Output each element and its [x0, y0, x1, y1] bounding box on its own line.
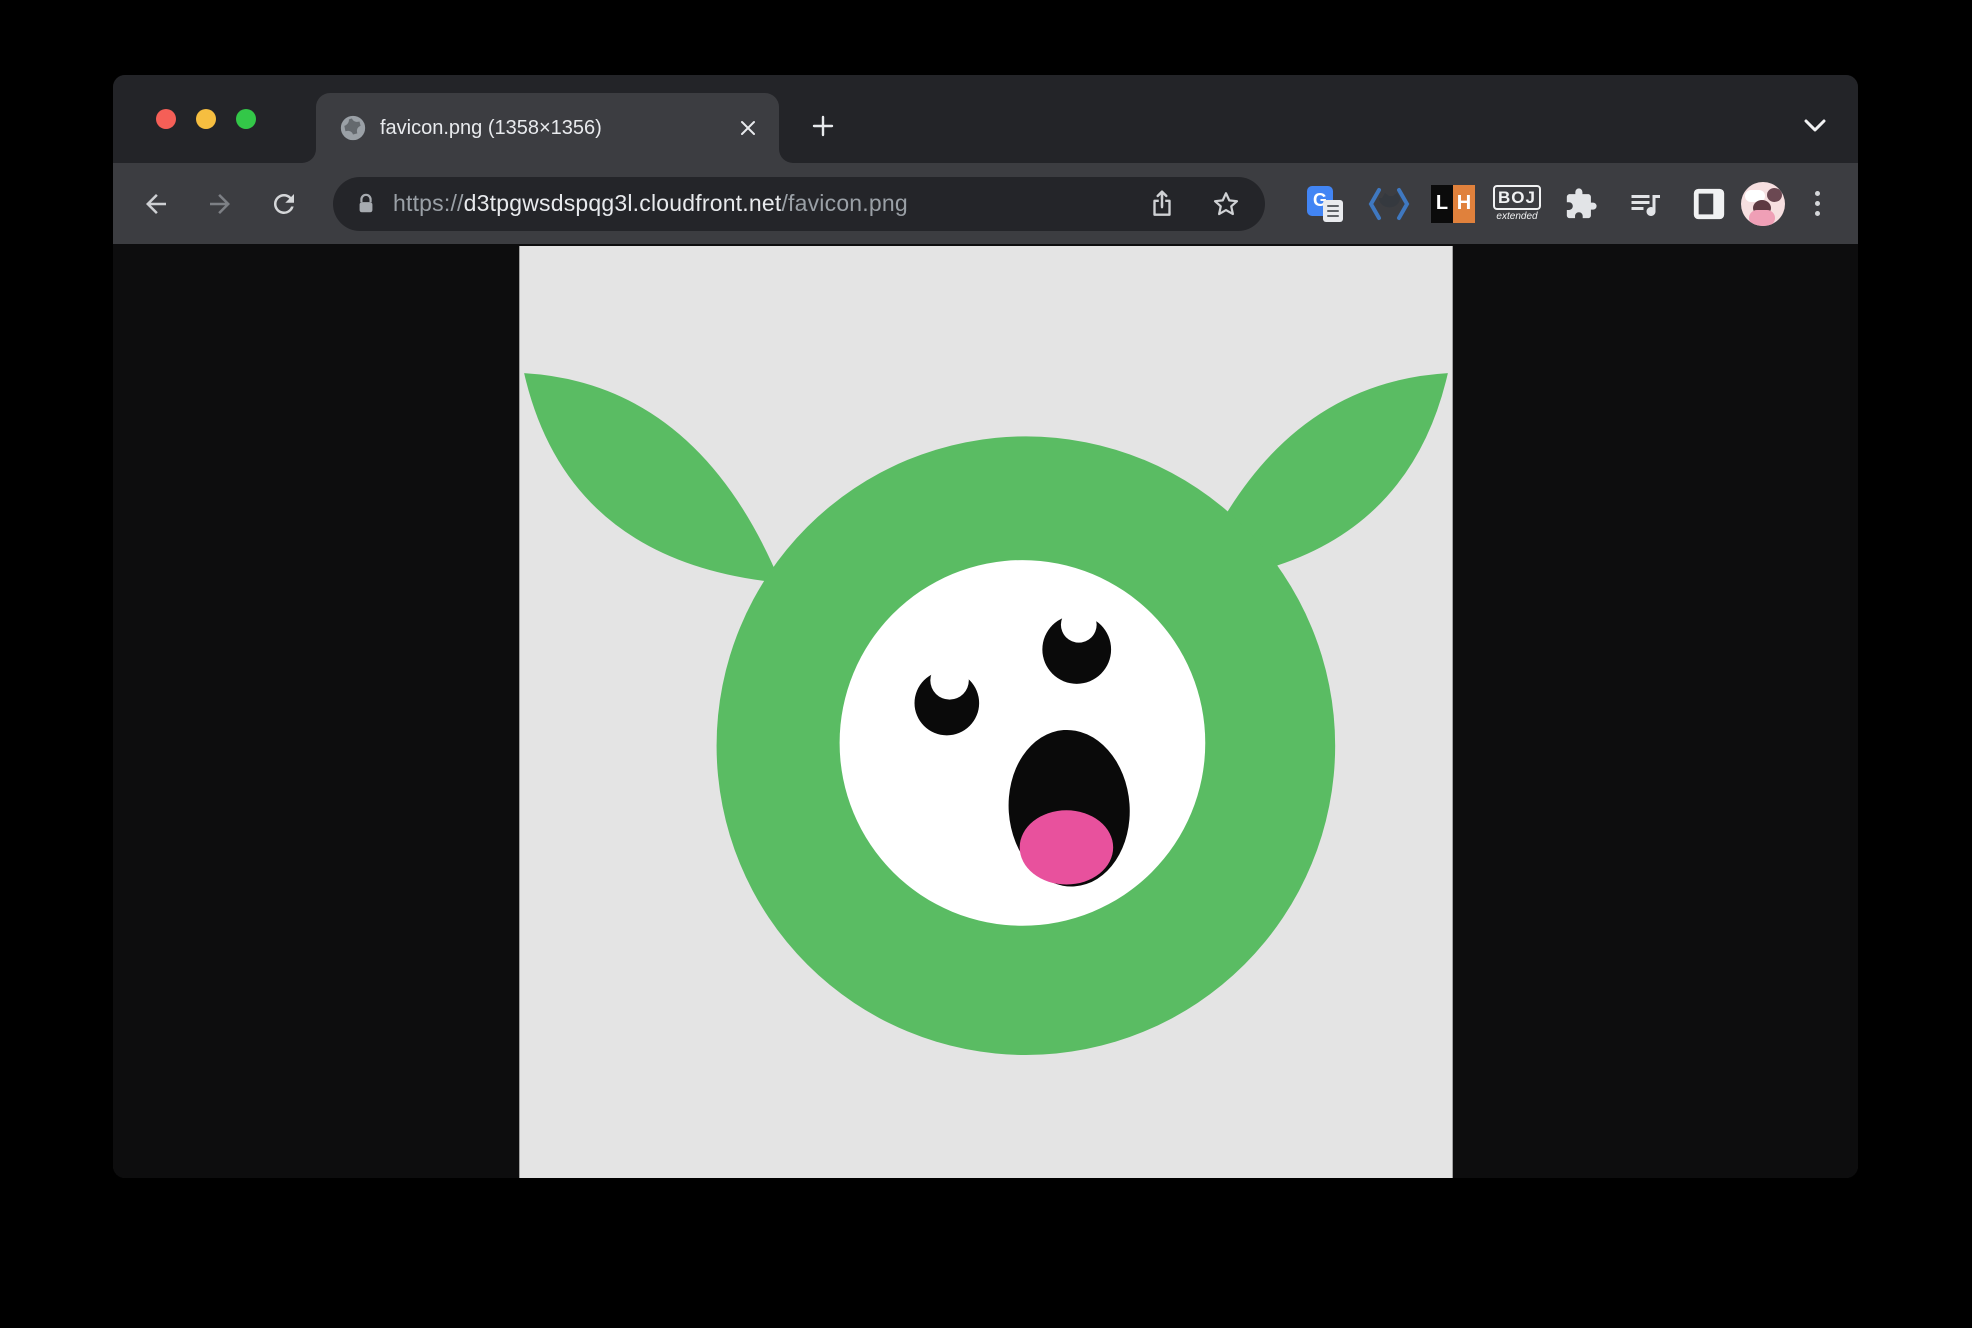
url-scheme: https:// [393, 190, 464, 216]
creature-right-eye-highlight [1061, 607, 1097, 643]
creature-tongue [1020, 810, 1113, 884]
playlist-music-icon[interactable] [1613, 163, 1677, 244]
google-translate-extension-icon[interactable]: G [1293, 163, 1357, 244]
page-content [113, 244, 1858, 1178]
tab-favicon-png[interactable]: favicon.png (1358×1356) [316, 93, 779, 163]
reload-button[interactable] [257, 177, 311, 231]
browser-window: favicon.png (1358×1356) [113, 75, 1858, 1178]
tab-close-icon[interactable] [733, 113, 763, 143]
boj-label: BOJ [1493, 185, 1541, 210]
traffic-light-minimize-button[interactable] [196, 109, 216, 129]
avatar-second-character [1767, 188, 1782, 202]
side-panel-icon[interactable] [1677, 163, 1741, 244]
leethub-h-letter: H [1453, 185, 1475, 223]
forward-button[interactable] [193, 177, 247, 231]
avatar-main-character-body [1749, 210, 1775, 226]
leethub-l-letter: L [1431, 185, 1453, 223]
back-button[interactable] [129, 177, 183, 231]
boj-sublabel: extended [1496, 211, 1537, 222]
address-bar[interactable]: https://d3tpgwsdspqg3l.cloudfront.net/fa… [333, 177, 1265, 231]
browser-menu-kebab-icon[interactable] [1785, 163, 1849, 244]
lock-icon[interactable] [355, 191, 377, 217]
creature-face [840, 560, 1206, 926]
tab-strip: favicon.png (1358×1356) [113, 75, 1858, 163]
boj-extended-extension-icon[interactable]: BOJ extended [1485, 163, 1549, 244]
new-tab-button[interactable] [805, 108, 841, 144]
bookmark-star-icon[interactable] [1209, 187, 1243, 221]
code-brackets-cat-extension-icon[interactable] [1357, 163, 1421, 244]
tab-search-chevron-icon[interactable] [1799, 113, 1831, 139]
tab-title: favicon.png (1358×1356) [380, 117, 719, 140]
globe-icon [340, 115, 366, 141]
favicon-image[interactable] [519, 246, 1453, 1178]
creature-illustration [519, 246, 1453, 1178]
url-host: d3tpgwsdspqg3l.cloudfront.net [464, 190, 782, 216]
share-icon[interactable] [1145, 187, 1179, 221]
translate-text-lines [1323, 200, 1343, 222]
leethub-extension-icon[interactable]: L H [1421, 163, 1485, 244]
extensions-puzzle-icon[interactable] [1549, 163, 1613, 244]
creature-left-eye-highlight [930, 661, 968, 699]
profile-avatar[interactable] [1741, 182, 1785, 226]
url-text: https://d3tpgwsdspqg3l.cloudfront.net/fa… [393, 190, 1145, 217]
traffic-light-zoom-button[interactable] [236, 109, 256, 129]
url-path: /favicon.png [781, 190, 907, 216]
traffic-light-close-button[interactable] [156, 109, 176, 129]
extensions-row: G L H BOJ extended [1293, 163, 1849, 244]
